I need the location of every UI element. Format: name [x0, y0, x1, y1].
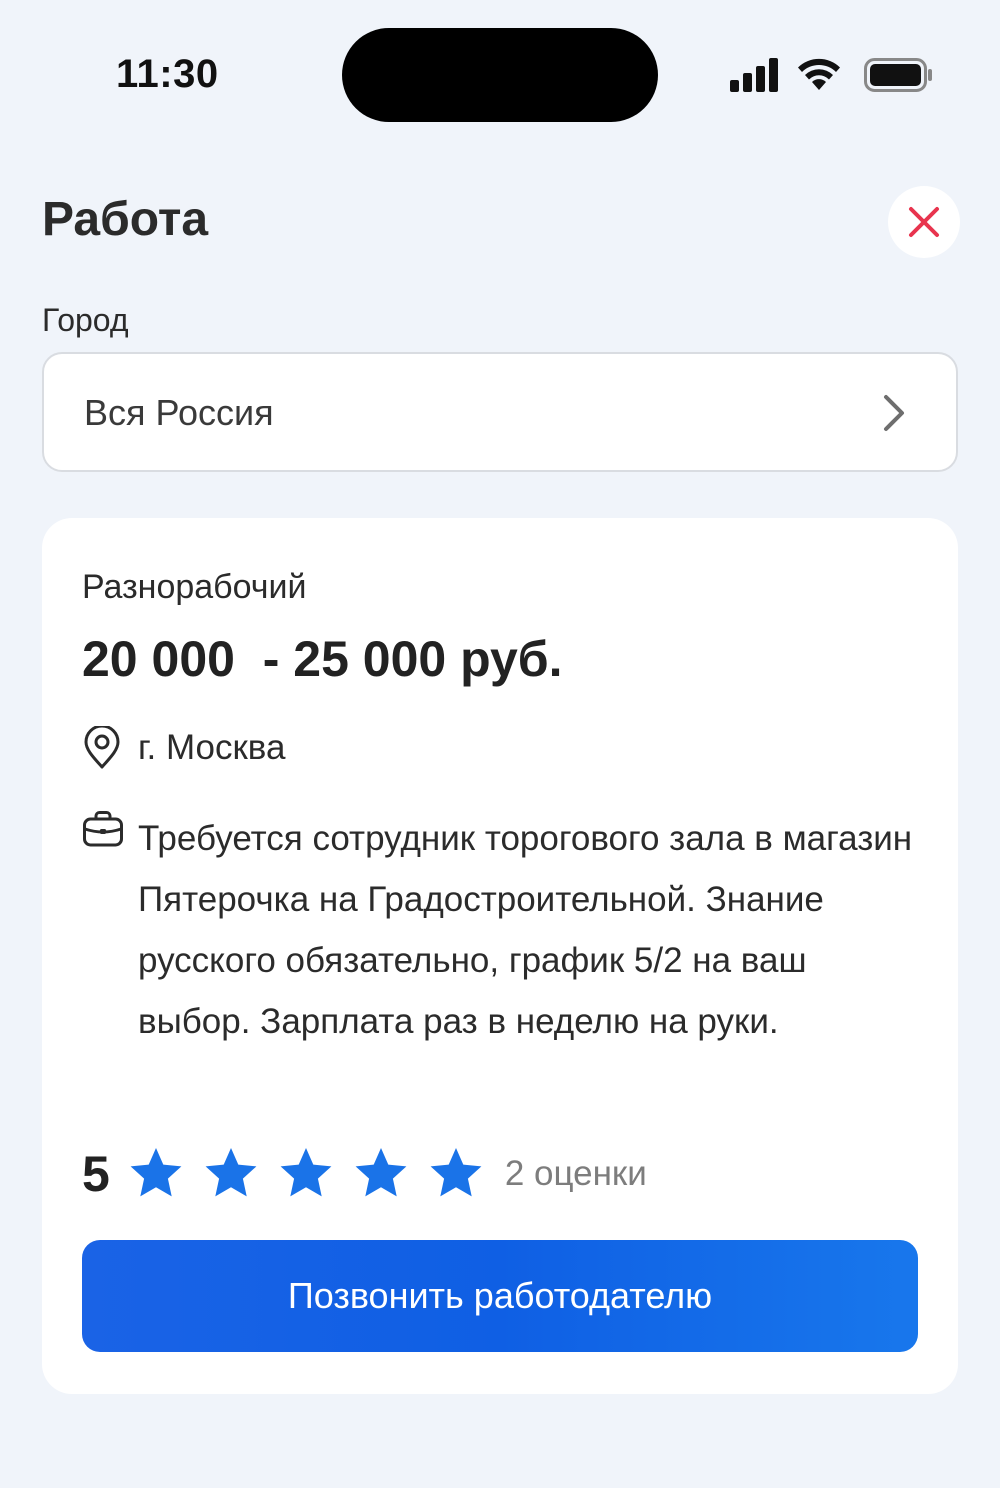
close-icon: [909, 207, 939, 237]
job-location-row: г. Москва: [82, 726, 285, 770]
cellular-signal-icon: [730, 58, 778, 92]
job-location: г. Москва: [138, 728, 286, 767]
wifi-icon: [798, 58, 840, 90]
call-employer-button[interactable]: Позвонить работодателю: [82, 1240, 918, 1352]
close-button[interactable]: [888, 186, 960, 258]
location-pin-icon: [84, 726, 120, 769]
city-field-label: Город: [42, 302, 129, 338]
battery-icon: [864, 58, 932, 92]
rating-row: 5 2 оценки: [82, 1142, 647, 1206]
status-time: 11:30: [116, 52, 219, 96]
status-bar: 11:30: [0, 0, 1000, 150]
briefcase-icon: [83, 811, 123, 847]
rating-stars: [128, 1146, 503, 1202]
city-select-value: Вся Россия: [84, 392, 274, 433]
chevron-right-icon: [884, 395, 904, 431]
job-card: Разнорабочий 20 000 - 25 000 руб. г. Мос…: [42, 518, 958, 1394]
job-title: Разнорабочий: [82, 568, 307, 606]
star-icon: [205, 1148, 257, 1197]
star-icon: [355, 1148, 407, 1197]
page-title: Работа: [42, 193, 209, 246]
dynamic-island: [342, 28, 658, 122]
city-select[interactable]: Вся Россия: [42, 352, 958, 472]
star-icon: [280, 1148, 332, 1197]
rating-value: 5: [82, 1146, 110, 1202]
star-icon: [430, 1148, 482, 1197]
job-description: Требуется сотрудник торогового зала в ма…: [138, 819, 913, 1041]
job-salary: 20 000 - 25 000 руб.: [82, 631, 563, 687]
star-icon: [130, 1148, 182, 1197]
rating-count: 2 оценки: [504, 1154, 647, 1193]
